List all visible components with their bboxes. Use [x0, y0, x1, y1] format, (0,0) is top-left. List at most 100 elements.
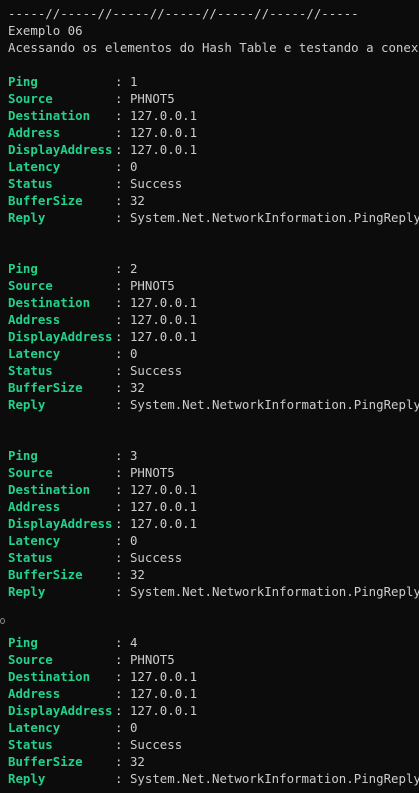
field-value: 127.0.0.1 [129, 703, 198, 718]
field-separator: : [115, 465, 123, 480]
field-row: BufferSize: 32 [8, 192, 419, 209]
field-separator: : [115, 295, 123, 310]
field-row: Ping: 2 [8, 260, 419, 277]
scroll-marker-icon [0, 618, 5, 624]
field-row: Status: Success [8, 549, 419, 566]
example-title: Exemplo 06 [8, 23, 83, 38]
field-value: 0 [129, 346, 138, 361]
field-separator: : [115, 329, 123, 344]
field-value: 127.0.0.1 [129, 108, 198, 123]
field-row: Reply: System.Net.NetworkInformation.Pin… [8, 209, 419, 226]
ping-result-block: Ping: 3 Source: PHNOT5 Destination: 127.… [8, 447, 419, 600]
field-row: Ping: 1 [8, 73, 419, 90]
field-key: Reply [8, 210, 46, 225]
field-key: Latency [8, 533, 61, 548]
field-row: Status: Success [8, 736, 419, 753]
field-value: 127.0.0.1 [129, 482, 198, 497]
field-row: Source: PHNOT5 [8, 464, 419, 481]
field-separator: : [115, 278, 123, 293]
field-value: 32 [129, 567, 145, 582]
field-value: 127.0.0.1 [129, 125, 198, 140]
field-value: System.Net.NetworkInformation.PingReply [129, 397, 419, 412]
field-separator: : [115, 550, 123, 565]
field-separator: : [115, 91, 123, 106]
field-key: Ping [8, 448, 38, 463]
field-value: 127.0.0.1 [129, 142, 198, 157]
field-value: PHNOT5 [129, 91, 175, 106]
field-row: Latency: 0 [8, 345, 419, 362]
field-value: PHNOT5 [129, 465, 175, 480]
field-row: Address: 127.0.0.1 [8, 498, 419, 515]
field-value: 127.0.0.1 [129, 686, 198, 701]
field-separator: : [115, 176, 123, 191]
field-row: BufferSize: 32 [8, 753, 419, 770]
field-row: BufferSize: 32 [8, 566, 419, 583]
field-separator: : [115, 108, 123, 123]
field-value: 32 [129, 754, 145, 769]
field-separator: : [115, 584, 123, 599]
field-separator: : [115, 652, 123, 667]
field-value: 127.0.0.1 [129, 669, 198, 684]
field-separator: : [115, 261, 123, 276]
field-key: Source [8, 91, 53, 106]
field-key: Destination [8, 482, 91, 497]
field-key: Reply [8, 584, 46, 599]
field-value: 0 [129, 720, 138, 735]
field-separator: : [115, 635, 123, 650]
field-value: Success [129, 550, 183, 565]
field-separator: : [115, 210, 123, 225]
field-value: 1 [129, 74, 138, 89]
field-row: Latency: 0 [8, 719, 419, 736]
field-separator: : [115, 346, 123, 361]
field-separator: : [115, 397, 123, 412]
field-separator: : [115, 737, 123, 752]
field-value: 32 [129, 193, 145, 208]
field-value: 4 [129, 635, 138, 650]
field-value: 3 [129, 448, 138, 463]
field-key: Address [8, 686, 61, 701]
field-key: Destination [8, 295, 91, 310]
field-separator: : [115, 669, 123, 684]
field-key: Ping [8, 74, 38, 89]
field-row: Reply: System.Net.NetworkInformation.Pin… [8, 396, 419, 413]
field-key: Reply [8, 771, 46, 786]
field-row: Reply: System.Net.NetworkInformation.Pin… [8, 770, 419, 787]
field-value: 0 [129, 533, 138, 548]
field-separator: : [115, 159, 123, 174]
field-key: Reply [8, 397, 46, 412]
field-separator: : [115, 448, 123, 463]
field-key: DisplayAddress [8, 329, 113, 344]
field-separator: : [115, 771, 123, 786]
field-separator: : [115, 499, 123, 514]
field-row: BufferSize: 32 [8, 379, 419, 396]
terminal-output[interactable]: -----//-----//-----//-----//-----//-----… [0, 0, 419, 793]
field-key: Destination [8, 669, 91, 684]
field-key: Ping [8, 635, 38, 650]
field-key: DisplayAddress [8, 703, 113, 718]
field-value: System.Net.NetworkInformation.PingReply [129, 584, 419, 599]
field-key: Latency [8, 346, 61, 361]
field-separator: : [115, 703, 123, 718]
field-value: 127.0.0.1 [129, 499, 198, 514]
field-row: Destination: 127.0.0.1 [8, 107, 419, 124]
field-value: Success [129, 737, 183, 752]
field-separator: : [115, 312, 123, 327]
field-row: Destination: 127.0.0.1 [8, 294, 419, 311]
field-value: System.Net.NetworkInformation.PingReply [129, 771, 419, 786]
field-key: Status [8, 737, 53, 752]
field-separator: : [115, 567, 123, 582]
ping-result-block: Ping: 1 Source: PHNOT5 Destination: 127.… [8, 73, 419, 226]
field-value: 127.0.0.1 [129, 516, 198, 531]
field-key: Status [8, 176, 53, 191]
field-separator: : [115, 516, 123, 531]
field-row: Reply: System.Net.NetworkInformation.Pin… [8, 583, 419, 600]
field-value: 32 [129, 380, 145, 395]
example-description: Acessando os elementos do Hash Table e t… [8, 40, 419, 55]
field-row: DisplayAddress: 127.0.0.1 [8, 702, 419, 719]
field-separator: : [115, 125, 123, 140]
field-value: PHNOT5 [129, 652, 175, 667]
field-value: 127.0.0.1 [129, 329, 198, 344]
field-separator: : [115, 754, 123, 769]
field-key: Latency [8, 720, 61, 735]
